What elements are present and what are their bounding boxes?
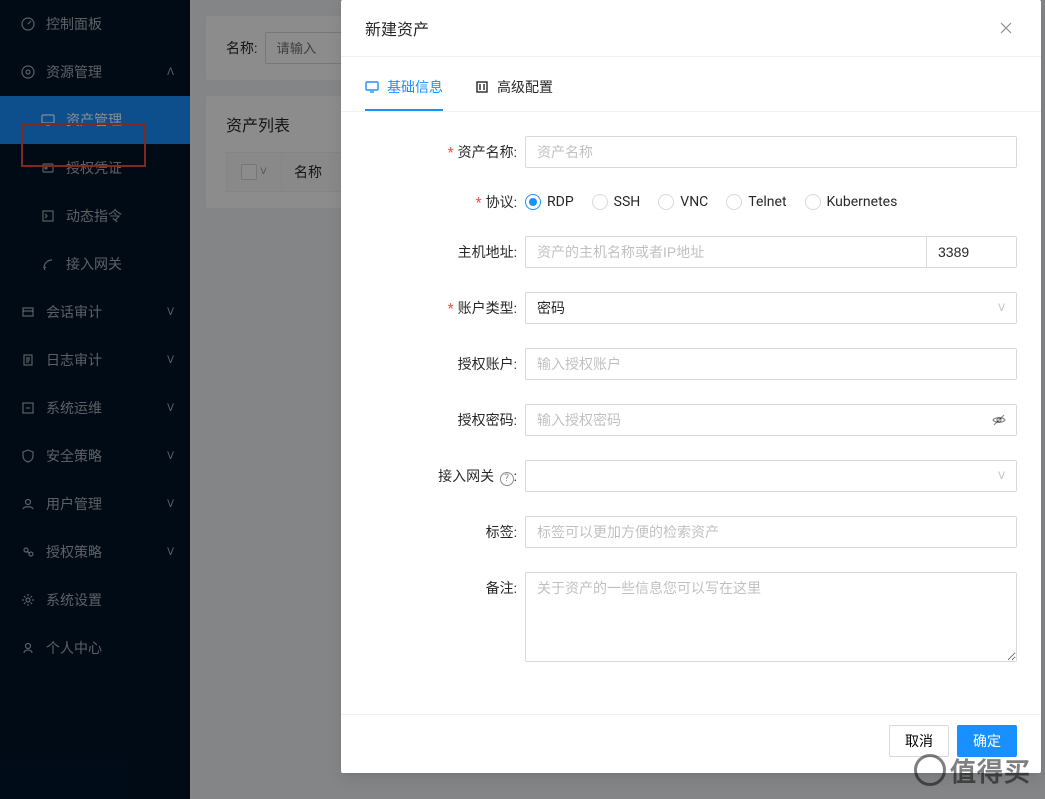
radio-rdp[interactable]: RDP — [525, 194, 574, 210]
tab-label: 高级配置 — [497, 77, 553, 97]
close-icon — [999, 21, 1013, 35]
label-asset-name: *资产名称: — [365, 142, 525, 162]
toggle-password-visibility[interactable] — [991, 412, 1007, 428]
modal-body: *资产名称: *协议: RDP SSH VNC Telnet Kubernete… — [341, 112, 1041, 714]
label-auth-password: 授权密码: — [365, 410, 525, 430]
radio-vnc[interactable]: VNC — [658, 194, 708, 210]
remark-textarea[interactable] — [525, 572, 1017, 662]
account-type-select[interactable]: 密码 ᐯ — [525, 292, 1017, 324]
modal-title: 新建资产 — [365, 16, 429, 40]
tab-basic[interactable]: 基础信息 — [365, 65, 443, 111]
cancel-button[interactable]: 取消 — [889, 725, 949, 757]
protocol-radio-group: RDP SSH VNC Telnet Kubernetes — [525, 194, 1017, 210]
label-gateway: 接入网关 ?: — [365, 466, 525, 486]
chevron-down-icon: ᐯ — [998, 471, 1005, 482]
chevron-down-icon: ᐯ — [998, 303, 1005, 314]
radio-telnet[interactable]: Telnet — [726, 194, 786, 210]
modal-footer: 取消 确定 — [341, 714, 1041, 773]
gateway-select[interactable]: ᐯ — [525, 460, 1017, 492]
sliders-icon — [475, 80, 489, 94]
auth-password-input[interactable] — [525, 404, 1017, 436]
tab-label: 基础信息 — [387, 77, 443, 97]
host-input[interactable] — [525, 236, 927, 268]
label-protocol: *协议: — [365, 192, 525, 212]
close-button[interactable] — [995, 17, 1017, 39]
asset-name-input[interactable] — [525, 136, 1017, 168]
radio-ssh[interactable]: SSH — [592, 194, 641, 210]
label-host: 主机地址: — [365, 242, 525, 262]
monitor-icon — [365, 80, 379, 94]
tab-advanced[interactable]: 高级配置 — [475, 65, 553, 111]
auth-account-input[interactable] — [525, 348, 1017, 380]
help-icon[interactable]: ? — [500, 472, 514, 486]
port-input[interactable] — [927, 236, 1017, 268]
label-remark: 备注: — [365, 572, 525, 598]
label-account-type: *账户类型: — [365, 298, 525, 318]
create-asset-modal: 新建资产 基础信息 高级配置 *资产名称: *协议: RDP SSH VNC — [341, 0, 1041, 773]
ok-button[interactable]: 确定 — [957, 725, 1017, 757]
select-value: 密码 — [537, 298, 565, 318]
label-tags: 标签: — [365, 522, 525, 542]
radio-kubernetes[interactable]: Kubernetes — [805, 194, 898, 210]
eye-off-icon — [991, 412, 1007, 428]
label-auth-account: 授权账户: — [365, 354, 525, 374]
modal-header: 新建资产 — [341, 0, 1041, 57]
modal-tabs: 基础信息 高级配置 — [341, 65, 1041, 112]
tags-input[interactable] — [525, 516, 1017, 548]
